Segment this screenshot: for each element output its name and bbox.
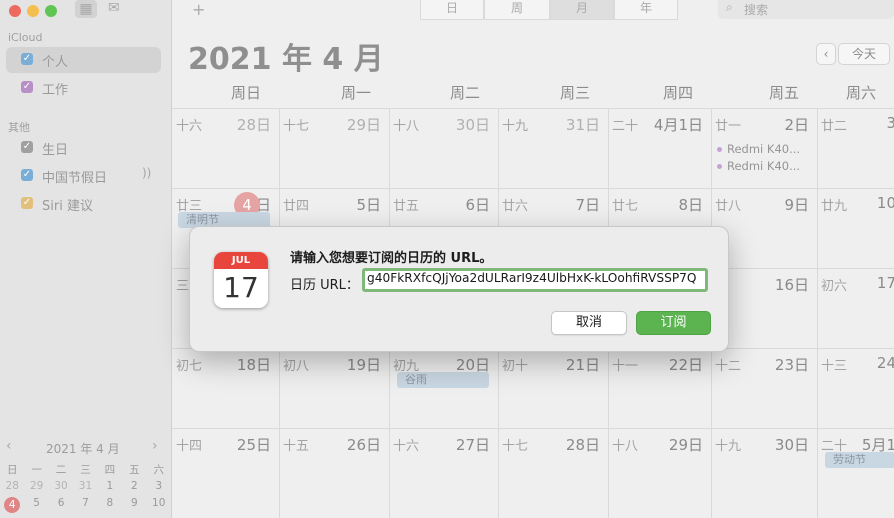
subscribe-dialog: JUL 17 请输入您想要订阅的日历的 URL。 日历 URL： g40FkRX…: [189, 226, 729, 352]
dialog-title: 请输入您想要订阅的日历的 URL。: [290, 251, 493, 266]
calendar-url-input[interactable]: g40FkRXfcQJjYoa2dULRarI9z4UlbHxK-kLOohfi…: [362, 268, 708, 292]
cancel-button[interactable]: 取消: [551, 311, 627, 335]
url-input-value: g40FkRXfcQJjYoa2dULRarI9z4UlbHxK-kLOohfi…: [367, 271, 697, 285]
calendar-icon-month: JUL: [214, 252, 268, 269]
url-field-label: 日历 URL：: [290, 278, 359, 293]
calendar-icon-day: 17: [223, 271, 259, 304]
subscribe-button[interactable]: 订阅: [636, 311, 711, 335]
calendar-app-icon: JUL 17: [214, 252, 268, 308]
